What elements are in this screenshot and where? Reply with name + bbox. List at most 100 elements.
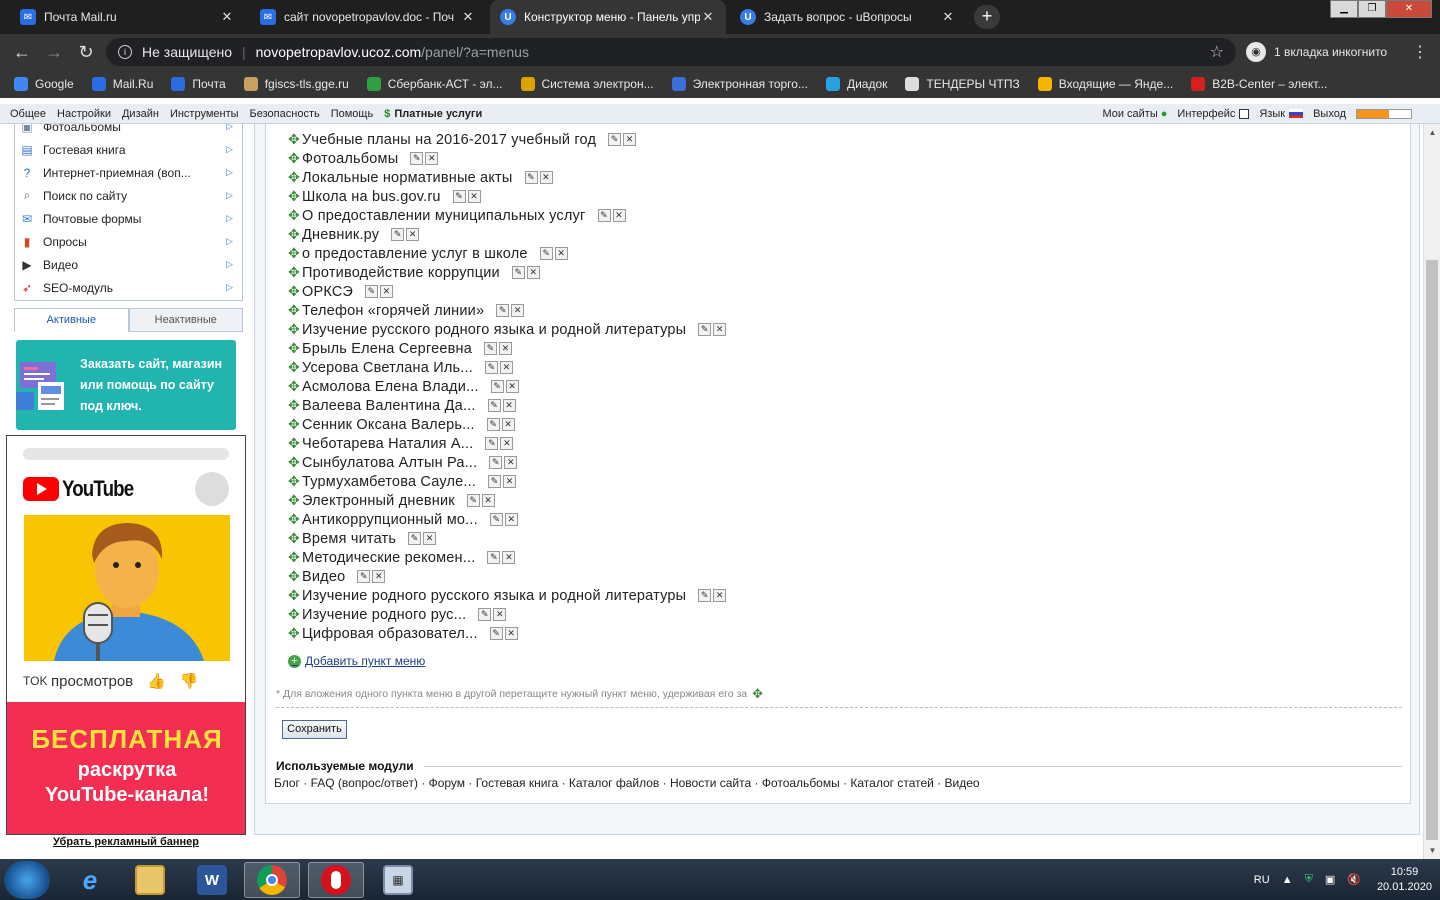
menu-item-row[interactable]: ✥ Школа на bus.gov.ru ✎ ✕ xyxy=(288,187,483,206)
drag-handle-icon[interactable]: ✥ xyxy=(288,435,300,452)
delete-icon[interactable]: ✕ xyxy=(372,570,386,583)
menu-item-row[interactable]: ✥ Изучение русского родного языка и родно… xyxy=(288,320,728,339)
sidebar-module-item[interactable]: ▣ Фотоальбомы ▷ xyxy=(15,124,242,138)
menu-item-row[interactable]: ✥ Дневник.ру ✎ ✕ xyxy=(288,225,421,244)
edit-icon[interactable]: ✎ xyxy=(698,589,712,602)
menu-item-row[interactable]: ✥ Учебные планы на 2016-2017 учебный год ✎… xyxy=(288,130,638,149)
delete-icon[interactable]: ✕ xyxy=(467,190,481,203)
incognito-indicator[interactable]: ◉ 1 вкладка инкогнито xyxy=(1246,40,1387,64)
edit-icon[interactable]: ✎ xyxy=(410,152,424,165)
bookmark-item[interactable]: Mail.Ru xyxy=(91,77,153,91)
edit-icon[interactable]: ✎ xyxy=(524,171,538,184)
taskbar-calculator[interactable]: ▦ xyxy=(370,862,426,898)
edit-icon[interactable]: ✎ xyxy=(698,323,712,336)
page-scrollbar[interactable]: ▲ ▼ xyxy=(1423,124,1440,859)
chevron-right-icon[interactable]: ▷ xyxy=(226,124,238,132)
back-icon[interactable]: ← xyxy=(6,42,38,63)
edit-icon[interactable]: ✎ xyxy=(486,418,500,431)
edit-icon[interactable]: ✎ xyxy=(484,342,498,355)
bookmark-item[interactable]: Почта xyxy=(171,77,226,91)
volume-muted-icon[interactable]: 🔇 xyxy=(1347,873,1361,886)
edit-icon[interactable]: ✎ xyxy=(357,570,371,583)
taskbar-word[interactable]: W xyxy=(184,862,240,898)
tab-ask-question[interactable]: U Задать вопрос - uВопросы ✕ xyxy=(730,0,966,34)
chevron-right-icon[interactable]: ▷ xyxy=(226,144,238,155)
tab-mail-doc[interactable]: ✉ сайт novopetropavlov.doc - Поч ✕ xyxy=(250,0,486,34)
delete-icon[interactable]: ✕ xyxy=(423,532,437,545)
drag-handle-icon[interactable]: ✥ xyxy=(288,378,300,395)
drag-handle-icon[interactable]: ✥ xyxy=(288,625,300,642)
start-button[interactable] xyxy=(4,861,50,899)
chevron-right-icon[interactable]: ▷ xyxy=(226,213,238,224)
menu-item-row[interactable]: ✥ Турмухамбетова Сауле... ✎ ✕ xyxy=(288,472,518,491)
chevron-right-icon[interactable]: ▷ xyxy=(226,259,238,270)
edit-icon[interactable]: ✎ xyxy=(488,475,502,488)
window-close-icon[interactable]: ✕ xyxy=(1386,0,1432,18)
taskbar-ie[interactable]: e xyxy=(62,862,118,898)
drag-handle-icon[interactable]: ✥ xyxy=(288,321,300,338)
new-tab-button[interactable]: + xyxy=(974,5,1000,29)
paid-services-link[interactable]: $ Платные услуги xyxy=(384,108,482,120)
taskbar-explorer[interactable] xyxy=(122,862,178,898)
forward-icon[interactable]: → xyxy=(38,42,70,63)
clock[interactable]: 10:59 20.01.2020 xyxy=(1377,865,1432,895)
delete-icon[interactable]: ✕ xyxy=(493,608,507,621)
edit-icon[interactable]: ✎ xyxy=(489,627,503,640)
menu-item-row[interactable]: ✥ Изучение родного рус... ✎ ✕ xyxy=(288,605,508,624)
bookmark-item[interactable]: Входящие — Янде... xyxy=(1037,77,1173,91)
bookmark-item[interactable]: ТЕНДЕРЫ ЧТПЗ xyxy=(905,77,1020,91)
my-sites-link[interactable]: Мои сайты ● xyxy=(1102,108,1167,120)
youtube-ad-banner[interactable]: YouTube TOK просмотров 👍 👎 БЕСПЛАТНАЯ ра… xyxy=(6,435,246,835)
restore-icon[interactable]: ❐ xyxy=(1358,0,1386,18)
delete-icon[interactable]: ✕ xyxy=(503,475,517,488)
close-tab-icon[interactable]: ✕ xyxy=(940,9,956,25)
reload-icon[interactable]: ↻ xyxy=(70,42,102,63)
drag-handle-icon[interactable]: ✥ xyxy=(288,207,300,224)
sidebar-module-item[interactable]: ✉ Почтовые формы ▷ xyxy=(15,207,242,230)
drag-handle-icon[interactable]: ✥ xyxy=(288,283,300,300)
drag-handle-icon[interactable]: ✥ xyxy=(288,473,300,490)
menu-item-row[interactable]: ✥ Сенник Оксана Валерь... ✎ ✕ xyxy=(288,415,517,434)
menu-item-row[interactable]: ✥ Усерова Светлана Иль... ✎ ✕ xyxy=(288,358,515,377)
menu-item-row[interactable]: ✥ Время читать ✎ ✕ xyxy=(288,529,438,548)
drag-handle-icon[interactable]: ✥ xyxy=(288,150,300,167)
delete-icon[interactable]: ✕ xyxy=(425,152,439,165)
drag-handle-icon[interactable]: ✥ xyxy=(288,302,300,319)
order-site-banner[interactable]: Заказать сайт, магазин или помощь по сай… xyxy=(16,340,236,430)
close-tab-icon[interactable]: ✕ xyxy=(460,9,476,25)
menu-item-row[interactable]: ✥ Противодействие коррупции ✎ ✕ xyxy=(288,263,542,282)
edit-icon[interactable]: ✎ xyxy=(511,266,525,279)
scroll-down-icon[interactable]: ▼ xyxy=(1424,842,1440,859)
delete-icon[interactable]: ✕ xyxy=(526,266,540,279)
drag-handle-icon[interactable]: ✥ xyxy=(288,511,300,528)
drag-handle-icon[interactable]: ✥ xyxy=(288,492,300,509)
edit-icon[interactable]: ✎ xyxy=(490,380,504,393)
drag-handle-icon[interactable]: ✥ xyxy=(288,454,300,471)
edit-icon[interactable]: ✎ xyxy=(608,133,622,146)
scrollbar-thumb[interactable] xyxy=(1426,260,1438,840)
delete-icon[interactable]: ✕ xyxy=(504,513,518,526)
delete-icon[interactable]: ✕ xyxy=(500,437,514,450)
interface-link[interactable]: Интерфейс xyxy=(1177,108,1250,120)
bookmark-item[interactable]: Электронная торго... xyxy=(671,77,808,91)
edit-icon[interactable]: ✎ xyxy=(489,456,503,469)
delete-icon[interactable]: ✕ xyxy=(623,133,637,146)
delete-icon[interactable]: ✕ xyxy=(612,209,626,222)
edit-icon[interactable]: ✎ xyxy=(484,361,498,374)
menu-item-row[interactable]: ✥ Сынбулатова Алтын Ра... ✎ ✕ xyxy=(288,453,519,472)
edit-icon[interactable]: ✎ xyxy=(466,494,480,507)
sidebar-module-item[interactable]: ➶ SEO-модуль ▷ xyxy=(15,276,242,299)
bookmark-item[interactable]: Сбербанк-АСТ - эл... xyxy=(366,77,503,91)
menu-item-row[interactable]: ✥ Антикоррупционный мо... ✎ ✕ xyxy=(288,510,520,529)
tab-active-modules[interactable]: Активные xyxy=(14,308,129,332)
menu-item-row[interactable]: ✥ Валеева Валентина Да... ✎ ✕ xyxy=(288,396,518,415)
edit-icon[interactable]: ✎ xyxy=(496,304,510,317)
menu-item-row[interactable]: ✥ Локальные нормативные акты ✎ ✕ xyxy=(288,168,555,187)
logout-link[interactable]: Выход xyxy=(1313,108,1346,120)
show-hidden-icons-icon[interactable]: ▲ xyxy=(1282,874,1293,886)
menu-item-row[interactable]: ✥ Изучение родного русского языка и родно… xyxy=(288,586,728,605)
delete-icon[interactable]: ✕ xyxy=(379,285,393,298)
edit-icon[interactable]: ✎ xyxy=(452,190,466,203)
browser-menu-icon[interactable]: ⋮ xyxy=(1412,42,1428,62)
edit-icon[interactable]: ✎ xyxy=(487,399,501,412)
